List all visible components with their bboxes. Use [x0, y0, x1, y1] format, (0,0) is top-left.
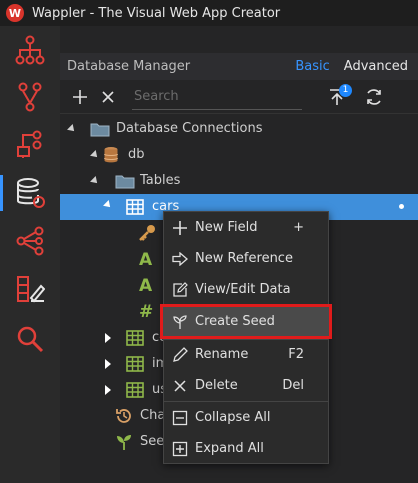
- folder-icon: [90, 121, 110, 137]
- menu-item-label: Delete: [195, 378, 238, 393]
- window-title: Wappler - The Visual Web App Creator: [32, 5, 281, 21]
- refresh-button[interactable]: [360, 83, 388, 111]
- activity-hierarchy[interactable]: [0, 26, 60, 74]
- menu-item-view-edit-data[interactable]: View/Edit Data: [164, 274, 328, 305]
- activity-bar: [0, 26, 60, 483]
- menu-item-create-seed[interactable]: Create Seed: [160, 304, 332, 339]
- tree-label: Cha: [140, 408, 166, 423]
- design-icon: [17, 276, 45, 303]
- menu-item-shortcut: F2: [288, 347, 304, 362]
- tab-advanced[interactable]: Advanced: [344, 59, 408, 74]
- close-icon: [102, 90, 114, 103]
- search-icon: [17, 326, 44, 353]
- branch-icon: [18, 82, 42, 112]
- table-icon: [126, 382, 144, 398]
- title-bar: W Wappler - The Visual Web App Creator: [0, 0, 418, 26]
- hierarchy-icon: [15, 35, 45, 65]
- collapse-icon: [171, 409, 189, 427]
- expand-caret[interactable]: [105, 333, 111, 343]
- flow-icon: [17, 130, 42, 158]
- database-icon: [103, 146, 119, 164]
- activity-branch[interactable]: [0, 73, 60, 121]
- menu-item-label: Rename: [195, 347, 249, 362]
- tab-basic[interactable]: Basic: [295, 59, 329, 74]
- push-changes-button[interactable]: 1: [322, 83, 352, 111]
- activity-share[interactable]: [0, 217, 60, 265]
- close-icon: [171, 377, 189, 395]
- tree-label: Tables: [140, 173, 181, 188]
- activity-database[interactable]: [0, 169, 60, 217]
- expand-caret[interactable]: [67, 124, 77, 134]
- folder-icon: [115, 173, 135, 189]
- menu-item-new-reference[interactable]: New Reference: [164, 243, 328, 274]
- expand-caret[interactable]: [90, 176, 100, 186]
- menu-item-label: Expand All: [195, 441, 264, 456]
- menu-item-label: New Field: [195, 220, 258, 235]
- panel-title: Database Manager: [67, 59, 191, 74]
- menu-item-shortcut: +: [293, 220, 304, 235]
- expand-caret[interactable]: [90, 150, 100, 160]
- expand-caret[interactable]: [105, 359, 111, 369]
- plus-icon: [171, 219, 189, 237]
- table-icon: [126, 356, 144, 372]
- search-input[interactable]: [132, 83, 302, 110]
- menu-item-expand-all[interactable]: Expand All: [164, 433, 328, 464]
- activity-design[interactable]: [0, 265, 60, 313]
- menu-item-new-field[interactable]: New Field +: [164, 212, 328, 243]
- edit-icon: [171, 281, 189, 299]
- table-icon: [126, 330, 144, 346]
- expand-caret[interactable]: [105, 385, 111, 395]
- menu-item-label: View/Edit Data: [195, 282, 291, 297]
- context-menu: New Field + New Reference View/Edit Data…: [160, 211, 332, 464]
- sprout-icon: [171, 313, 189, 331]
- refresh-icon: [367, 88, 381, 105]
- menu-item-label: Collapse All: [195, 410, 271, 425]
- menu-item-label: Create Seed: [195, 314, 275, 329]
- remove-button[interactable]: [94, 83, 122, 111]
- history-icon: [115, 407, 133, 425]
- menu-item-label: New Reference: [195, 251, 293, 266]
- menu-item-collapse-all[interactable]: Collapse All: [164, 402, 328, 433]
- menu-item-shortcut: Del: [282, 378, 304, 393]
- unsaved-dot: [399, 204, 404, 209]
- arrow-icon: [171, 250, 189, 268]
- tree-label: Database Connections: [116, 121, 263, 136]
- panel-header: Database Manager Basic Advanced: [60, 53, 418, 80]
- expand-caret[interactable]: [103, 200, 113, 210]
- database-icon: [17, 178, 45, 208]
- menu-item-delete[interactable]: Delete Del: [164, 370, 328, 401]
- app-logo: W: [6, 4, 24, 22]
- text-icon: A: [139, 276, 153, 296]
- tree-row-db[interactable]: db: [60, 142, 418, 168]
- tree-label: db: [128, 147, 145, 162]
- activity-flow[interactable]: [0, 121, 60, 169]
- share-icon: [16, 226, 44, 256]
- sprout-icon: [115, 433, 133, 451]
- key-icon: [138, 224, 156, 242]
- expand-icon: [171, 440, 189, 458]
- menu-item-rename[interactable]: Rename F2: [164, 339, 328, 370]
- table-icon: [126, 199, 144, 215]
- panel-toolbar: 1: [60, 80, 418, 114]
- tree-row-tables[interactable]: Tables: [60, 168, 418, 194]
- tree-row-connections[interactable]: Database Connections: [60, 116, 418, 142]
- add-button[interactable]: [66, 83, 94, 111]
- activity-search[interactable]: [0, 315, 60, 363]
- plus-icon: [73, 89, 87, 104]
- pencil-icon: [171, 346, 189, 364]
- number-icon: #: [139, 302, 154, 322]
- text-icon: A: [139, 250, 153, 270]
- changes-badge: 1: [339, 83, 352, 97]
